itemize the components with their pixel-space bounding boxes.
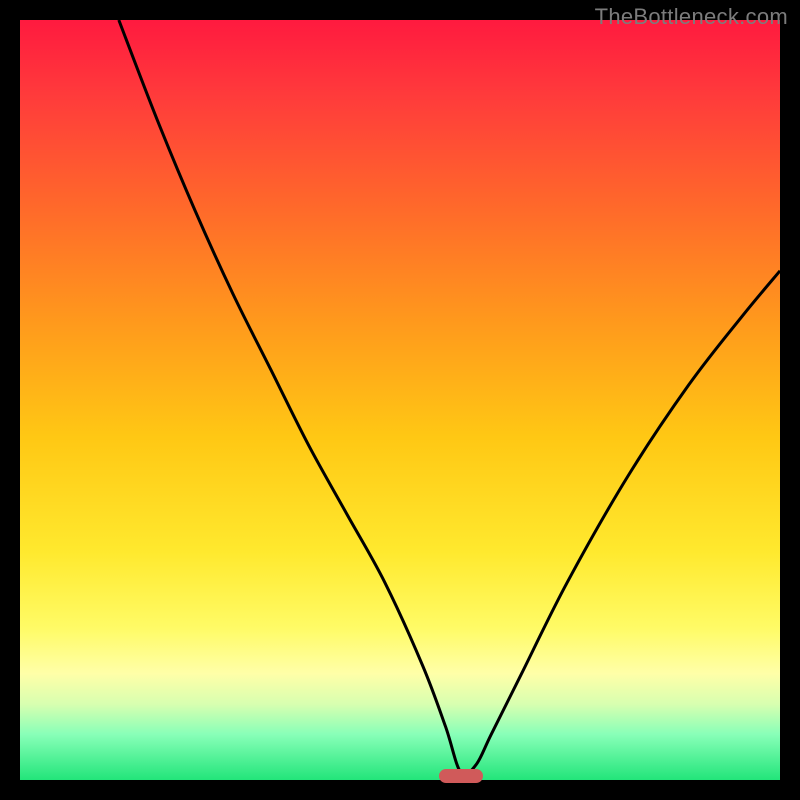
watermark-text: TheBottleneck.com <box>595 4 788 30</box>
chart-curve <box>20 20 780 780</box>
chart-frame: TheBottleneck.com <box>0 0 800 800</box>
target-marker <box>439 769 483 783</box>
curve-path <box>119 20 780 775</box>
